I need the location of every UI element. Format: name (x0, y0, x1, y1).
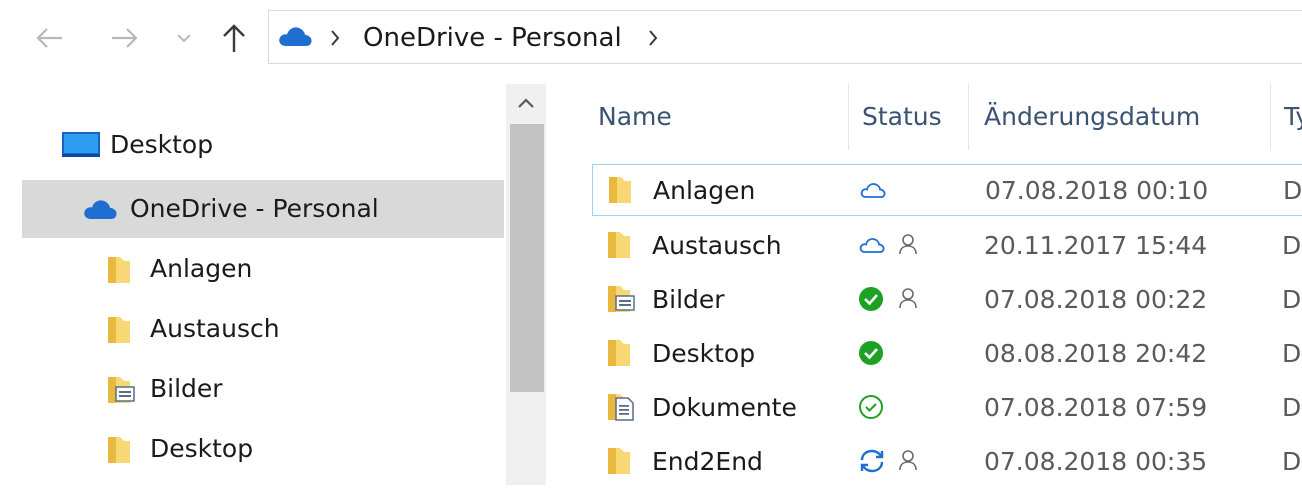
breadcrumb-separator[interactable] (329, 11, 341, 65)
sync-arrows-icon (858, 448, 886, 478)
pictures-folder-icon (106, 373, 136, 409)
file-row-bilder[interactable]: Bilder 07.08.2018 00:22 D (592, 274, 1302, 326)
folder-icon (606, 444, 632, 480)
file-row-austausch[interactable]: Austausch 20.11.2017 15:44 D (592, 220, 1302, 272)
folder-icon (106, 253, 132, 289)
file-type: D (1282, 339, 1302, 368)
tree-item-label: Desktop (150, 434, 254, 463)
tree-item-onedrive-personal[interactable]: OneDrive - Personal (22, 180, 504, 238)
file-name: Austausch (652, 231, 782, 260)
onedrive-cloud-icon (277, 24, 313, 52)
folder-icon (607, 173, 633, 209)
file-name: Dokumente (652, 393, 797, 422)
pictures-folder-icon (606, 282, 636, 318)
modified-date: 07.08.2018 00:10 (985, 176, 1209, 205)
shared-person-icon (898, 449, 918, 475)
folder-icon (106, 433, 132, 469)
file-type: D (1282, 393, 1302, 422)
file-type: D (1282, 231, 1302, 260)
check-circle-filled-icon (858, 340, 884, 370)
file-name: Bilder (652, 285, 725, 314)
arrow-up-icon (223, 24, 245, 52)
column-divider[interactable] (968, 84, 969, 150)
folder-icon (606, 336, 632, 372)
modified-date: 20.11.2017 15:44 (984, 231, 1208, 260)
recent-locations-button[interactable] (168, 22, 200, 54)
chevron-right-icon (331, 30, 340, 46)
tree-item-austausch[interactable]: Austausch (22, 300, 504, 358)
column-header-status[interactable]: Status (862, 84, 966, 150)
column-header-type[interactable]: Ty (1284, 84, 1302, 150)
file-row-desktop[interactable]: Desktop 08.08.2018 20:42 D (592, 328, 1302, 380)
tree-item-label: Bilder (150, 374, 223, 403)
folder-icon (106, 313, 132, 349)
modified-date: 07.08.2018 00:35 (984, 447, 1208, 476)
arrow-left-icon (36, 28, 62, 48)
file-row-dokumente[interactable]: Dokumente 07.08.2018 07:59 D (592, 382, 1302, 434)
tree-item-label: Austausch (150, 314, 280, 343)
tree-item-label: Anlagen (150, 254, 253, 283)
chevron-down-icon (177, 34, 191, 43)
column-divider[interactable] (1270, 84, 1271, 150)
file-type: D (1282, 285, 1302, 314)
breadcrumb-separator[interactable] (647, 11, 659, 65)
desktop-icon (62, 132, 100, 162)
back-button[interactable] (24, 18, 74, 58)
cloud-outline-icon (859, 178, 887, 204)
column-header-name[interactable]: Name (598, 84, 844, 150)
file-row-end2end[interactable]: End2End 07.08.2018 00:35 D (592, 436, 1302, 488)
scrollbar-thumb[interactable] (510, 124, 544, 392)
tree-item-anlagen[interactable]: Anlagen (22, 240, 504, 298)
address-bar[interactable]: OneDrive - Personal (268, 10, 1302, 64)
shared-person-icon (898, 233, 918, 259)
folder-icon (606, 228, 632, 264)
file-name: End2End (652, 447, 763, 476)
arrow-right-icon (112, 28, 138, 48)
forward-button[interactable] (100, 18, 150, 58)
scroll-up-button[interactable] (506, 84, 546, 122)
modified-date: 08.08.2018 20:42 (984, 339, 1208, 368)
column-divider[interactable] (848, 84, 849, 150)
tree-item-desktop-folder[interactable]: Desktop (22, 420, 504, 478)
tree-item-label: OneDrive - Personal (130, 194, 379, 223)
chevron-right-icon (649, 30, 658, 46)
column-header-date[interactable]: Änderungsdatum (984, 84, 1268, 150)
file-name: Desktop (652, 339, 756, 368)
file-name: Anlagen (653, 176, 756, 205)
tree-item-desktop[interactable]: Desktop (22, 116, 504, 174)
modified-date: 07.08.2018 07:59 (984, 393, 1208, 422)
documents-folder-icon (606, 390, 636, 426)
up-button[interactable] (212, 16, 256, 60)
shared-person-icon (898, 287, 918, 313)
file-type: D (1283, 176, 1302, 205)
check-circle-filled-icon (858, 286, 884, 316)
onedrive-cloud-icon (82, 197, 118, 225)
cloud-outline-icon (858, 233, 886, 259)
chevron-up-icon (518, 98, 534, 108)
breadcrumb-onedrive-personal[interactable]: OneDrive - Personal (363, 11, 622, 65)
tree-item-label: Desktop (110, 130, 214, 159)
file-row-anlagen[interactable]: Anlagen 07.08.2018 00:10 D (592, 164, 1302, 216)
modified-date: 07.08.2018 00:22 (984, 285, 1208, 314)
check-circle-outline-icon (858, 394, 884, 424)
file-type: D (1282, 447, 1302, 476)
tree-item-bilder[interactable]: Bilder (22, 360, 504, 418)
